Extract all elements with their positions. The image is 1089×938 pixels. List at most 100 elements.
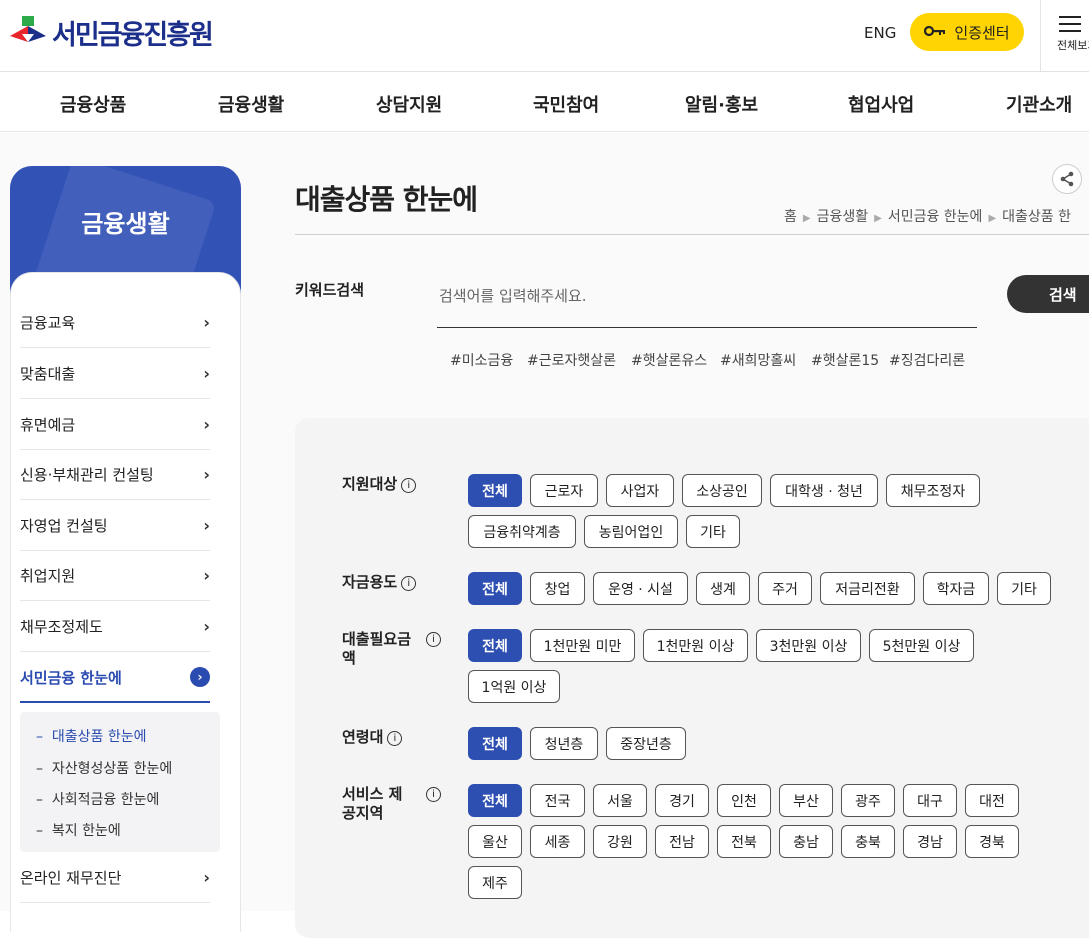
submenu-item-asset[interactable]: – 자산형성상품 한눈에 [36,758,172,778]
cert-center-label: 인증센터 [954,23,1010,42]
chevron-right-icon: › [203,364,210,383]
filter-chip[interactable]: 전체 [468,474,522,507]
filter-chip[interactable]: 5천만원 이상 [869,629,974,662]
nav-item-financial-products[interactable]: 금융상품 [60,91,126,117]
lang-eng-link[interactable]: ENG [864,24,896,42]
filter-chip[interactable]: 창업 [530,572,585,605]
breadcrumb-home[interactable]: 홈 [784,209,797,225]
share-button[interactable] [1052,164,1082,194]
filter-chip[interactable]: 대구 [903,784,957,817]
filter-chip[interactable]: 세종 [530,825,585,858]
filter-chip[interactable]: 중장년층 [606,727,686,760]
hashtag-link[interactable]: #징검다리론 [889,350,965,370]
breadcrumb-item[interactable]: 금융생활 [817,209,869,225]
filter-chip[interactable]: 울산 [468,825,522,858]
sidebar-item-custom-loan[interactable]: 맞춤대출 › [20,349,210,399]
filter-chip[interactable]: 1억원 이상 [468,670,560,703]
info-icon[interactable]: i [401,576,417,591]
info-icon[interactable]: i [401,478,417,493]
filter-chip[interactable]: 전체 [468,727,522,760]
filter-label-purpose: 자금용도 i [342,573,417,592]
filter-chip[interactable]: 1천만원 이상 [643,629,748,662]
filter-chip[interactable]: 전남 [655,825,709,858]
sidebar-item-financial-education[interactable]: 금융교육 › [20,298,210,348]
filter-chip[interactable]: 운영 · 시설 [593,572,688,605]
filter-label-target: 지원대상 i [342,475,417,494]
site-logo[interactable]: 서민금융진흥원 [8,8,214,56]
filter-chip[interactable]: 사업자 [606,474,674,507]
filter-chip[interactable]: 청년층 [530,727,598,760]
chevron-right-icon: › [203,566,210,585]
sidebar-item-debt-adjustment[interactable]: 채무조정제도 › [20,602,210,652]
nav-item-counsel-support[interactable]: 상담지원 [376,91,442,117]
hashtag-link[interactable]: #햇살론15 [811,350,879,370]
sidebar-item-overview[interactable]: 서민금융 한눈에 › [20,653,210,703]
filter-chip[interactable]: 대전 [965,784,1019,817]
sidebar-item-dormant-deposit[interactable]: 휴면예금 › [20,400,210,450]
hamburger-icon [1059,16,1081,37]
info-icon[interactable]: i [426,787,441,802]
filter-chip[interactable]: 농림어업인 [584,515,678,548]
nav-item-financial-life[interactable]: 금융생활 [218,91,284,117]
breadcrumb: 홈 ▶ 금융생활 ▶ 서민금융 한눈에 ▶ 대출상품 한 [784,206,1071,226]
sidebar-item-credit-consulting[interactable]: 신용·부채관리 컨설팅 › [20,450,210,500]
filter-chip[interactable]: 학자금 [923,572,989,605]
filter-chip[interactable]: 전국 [530,784,585,817]
filter-chip[interactable]: 충북 [841,825,895,858]
filter-label-region: 서비스 제공지역 [342,785,403,822]
filter-chip[interactable]: 광주 [841,784,895,817]
filter-chip[interactable]: 경기 [655,784,709,817]
filter-chip[interactable]: 기타 [686,515,740,548]
filter-chip[interactable]: 근로자 [530,474,598,507]
filter-chip[interactable]: 저금리전환 [820,572,915,605]
filter-chip[interactable]: 3천만원 이상 [756,629,861,662]
main-nav: 금융상품 금융생활 상담지원 국민참여 알림·홍보 협업사업 기관소개 [0,72,1089,132]
submenu-item-loan[interactable]: – 대출상품 한눈에 [36,726,147,746]
keyword-search-input[interactable] [437,278,977,328]
submenu-item-welfare[interactable]: – 복지 한눈에 [36,820,121,840]
nav-item-news-pr[interactable]: 알림·홍보 [685,91,758,117]
chevron-right-icon: › [203,465,210,484]
all-menu-label: 전체보기 [1057,39,1089,52]
hashtag-link[interactable]: #새희망홀씨 [720,350,796,370]
chevron-right-icon: › [203,617,210,636]
info-icon[interactable]: i [426,632,441,647]
share-icon [1060,171,1074,187]
filter-chip[interactable]: 주거 [758,572,812,605]
filter-chip[interactable]: 인천 [717,784,771,817]
filter-chip[interactable]: 생계 [696,572,750,605]
filter-chip[interactable]: 소상공인 [682,474,762,507]
nav-item-public-participation[interactable]: 국민참여 [533,91,599,117]
filter-chip[interactable]: 채무조정자 [886,474,980,507]
filter-chip[interactable]: 1천만원 미만 [530,629,635,662]
sidebar-item-selfemployed-consulting[interactable]: 자영업 컨설팅 › [20,501,210,551]
logo-mark-icon [8,12,48,52]
sidebar-item-online-diagnosis[interactable]: 온라인 재무진단 › [20,853,210,903]
filter-chip[interactable]: 경북 [965,825,1019,858]
filter-chip[interactable]: 강원 [593,825,647,858]
hashtag-link[interactable]: #햇살론유스 [631,350,707,370]
filter-chip[interactable]: 부산 [779,784,833,817]
nav-item-cooperation[interactable]: 협업사업 [848,91,914,117]
cert-center-button[interactable]: 인증센터 [910,13,1024,51]
hashtag-link[interactable]: #근로자햇살론 [527,350,616,370]
filter-chip[interactable]: 전체 [468,629,522,662]
submenu-item-social[interactable]: – 사회적금융 한눈에 [36,789,159,809]
filter-chip[interactable]: 서울 [593,784,647,817]
filter-chip[interactable]: 전북 [717,825,771,858]
search-button[interactable]: 검색 [1007,275,1089,313]
info-icon[interactable]: i [387,731,403,746]
filter-chip[interactable]: 전체 [468,572,522,605]
all-menu-button[interactable]: 전체보기 [1040,0,1089,72]
filter-chip[interactable]: 경남 [903,825,957,858]
nav-item-about[interactable]: 기관소개 [1006,91,1072,117]
filter-chip[interactable]: 충남 [779,825,833,858]
breadcrumb-item[interactable]: 서민금융 한눈에 [888,209,983,225]
filter-chip[interactable]: 대학생 · 청년 [770,474,878,507]
sidebar-item-employment[interactable]: 취업지원 › [20,551,210,601]
filter-chip[interactable]: 제주 [468,866,522,899]
hashtag-link[interactable]: #미소금융 [450,350,513,370]
filter-chip[interactable]: 기타 [997,572,1051,605]
filter-chip[interactable]: 금융취약계층 [468,515,576,548]
filter-chip[interactable]: 전체 [468,784,522,817]
